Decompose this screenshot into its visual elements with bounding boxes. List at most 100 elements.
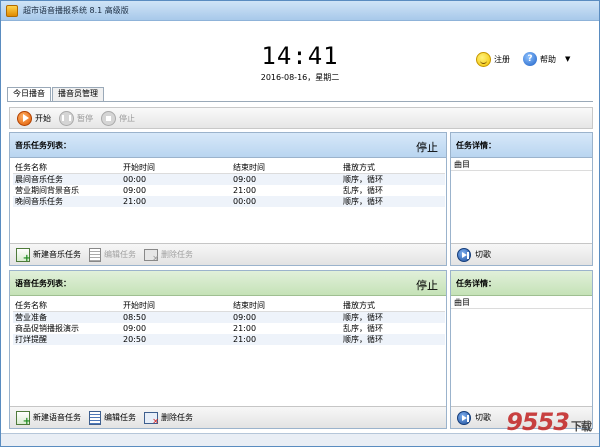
edit-voice-task-button[interactable]: 编辑任务 <box>89 410 136 425</box>
edit-icon <box>89 410 101 425</box>
voice-task-table[interactable]: 任务名称 开始时间 结束时间 播放方式 营业准备 08:50 09:00 顺序，… <box>13 299 445 345</box>
smiley-icon <box>476 52 491 67</box>
music-task-panel: 音乐任务列表： 停止 任务名称 开始时间 结束时间 播放方式 晨间音乐任务 00… <box>9 132 447 266</box>
cell-task-name: 营业期间背景音乐 <box>15 186 79 195</box>
clock-date: 2016-08-16，星期二 <box>260 73 340 82</box>
table-row[interactable]: 营业期间背景音乐 09:00 21:00 乱序，循环 <box>13 185 445 196</box>
voice-status: 停止 <box>416 279 438 292</box>
stop-label: 停止 <box>119 113 135 123</box>
new-music-task-button[interactable]: 新建音乐任务 <box>16 247 81 264</box>
music-detail-header: 任务详情： <box>451 133 592 158</box>
new-music-task-label: 新建音乐任务 <box>33 250 81 259</box>
voice-detail-list[interactable]: 曲目 <box>451 296 592 309</box>
delete-voice-task-button[interactable]: 删除任务 <box>144 411 193 426</box>
edit-icon <box>89 247 101 262</box>
skip-icon <box>457 410 471 425</box>
cell-start-time: 21:00 <box>123 197 147 206</box>
col-play-mode[interactable]: 播放方式 <box>343 161 443 173</box>
skip-song-button[interactable]: 切歌 <box>457 247 491 262</box>
delete-icon <box>144 248 159 263</box>
edit-music-task-label: 编辑任务 <box>104 250 136 259</box>
cell-start-time: 20:50 <box>123 335 147 344</box>
music-detail-footer: 切歌 <box>451 243 592 265</box>
music-detail-title: 任务详情： <box>456 140 496 150</box>
cell-play-mode: 乱序，循环 <box>343 324 383 333</box>
tab-announcer-management[interactable]: 播音员管理 <box>52 87 104 101</box>
tab-today-broadcast[interactable]: 今日播音 <box>7 87 51 102</box>
new-voice-task-button[interactable]: 新建语音任务 <box>16 410 81 427</box>
cell-play-mode: 顺序，循环 <box>343 175 383 184</box>
cell-play-mode: 顺序，循环 <box>343 197 383 206</box>
main-tabs: 今日播音 播音员管理 <box>7 87 105 102</box>
skip-voice-button[interactable]: 切歌 <box>457 410 491 425</box>
col-start-time[interactable]: 开始时间 <box>123 161 233 173</box>
table-header: 任务名称 开始时间 结束时间 播放方式 <box>13 161 445 174</box>
table-row[interactable]: 商品促销播报演示 09:00 21:00 乱序，循环 <box>13 323 445 334</box>
cell-end-time: 21:00 <box>233 324 257 333</box>
cell-start-time: 09:00 <box>123 324 147 333</box>
table-row[interactable]: 打烊提醒 20:50 21:00 顺序，循环 <box>13 334 445 345</box>
music-task-table[interactable]: 任务名称 开始时间 结束时间 播放方式 晨间音乐任务 00:00 09:00 顺… <box>13 161 445 207</box>
help-label: 帮助 <box>540 54 556 64</box>
site-watermark: 9553 下载 <box>506 408 592 436</box>
register-label: 注册 <box>494 55 510 64</box>
table-header: 任务名称 开始时间 结束时间 播放方式 <box>13 299 445 312</box>
start-button[interactable]: 开始 <box>14 109 54 127</box>
chevron-down-icon[interactable]: ▼ <box>565 55 570 63</box>
music-detail-list[interactable]: 曲目 <box>451 158 592 171</box>
stop-button[interactable]: 停止 <box>98 109 138 127</box>
voice-task-panel: 语音任务列表： 停止 任务名称 开始时间 结束时间 播放方式 营业准备 08:5… <box>9 270 447 429</box>
pause-button[interactable]: 暂停 <box>56 109 96 127</box>
voice-detail-header: 任务详情： <box>451 271 592 296</box>
header-area: 14:41 2016-08-16，星期二 注册 ? 帮助 ▼ <box>1 22 599 84</box>
edit-voice-task-label: 编辑任务 <box>104 413 136 422</box>
register-button[interactable]: 注册 <box>476 52 510 67</box>
col-play-mode[interactable]: 播放方式 <box>343 299 443 311</box>
app-window: 超市语音播报系统 8.1 高级版 14:41 2016-08-16，星期二 注册… <box>0 0 600 447</box>
cell-start-time: 00:00 <box>123 175 147 184</box>
col-start-time[interactable]: 开始时间 <box>123 299 233 311</box>
voice-panel-footer: 新建语音任务 编辑任务 删除任务 <box>10 406 446 428</box>
table-row[interactable]: 晚间音乐任务 21:00 00:00 顺序，循环 <box>13 196 445 207</box>
voice-detail-title: 任务详情： <box>456 278 496 288</box>
app-logo-icon <box>6 4 18 17</box>
col-task-name[interactable]: 任务名称 <box>13 299 123 311</box>
delete-music-task-button[interactable]: 删除任务 <box>144 248 193 263</box>
col-task-name[interactable]: 任务名称 <box>13 161 123 173</box>
music-panel-footer: 新建音乐任务 编辑任务 删除任务 <box>10 243 446 265</box>
watermark-brand: 9553 <box>506 408 570 436</box>
title-bar[interactable]: 超市语音播报系统 8.1 高级版 <box>1 1 599 21</box>
cell-play-mode: 顺序，循环 <box>343 313 383 322</box>
playback-toolbar: 开始 暂停 停止 <box>9 107 593 129</box>
delete-music-task-label: 删除任务 <box>161 250 193 259</box>
cell-end-time: 21:00 <box>233 335 257 344</box>
delete-icon <box>144 411 159 426</box>
cell-end-time: 09:00 <box>233 313 257 322</box>
cell-play-mode: 顺序，循环 <box>343 335 383 344</box>
col-track[interactable]: 曲目 <box>451 158 592 171</box>
stop-icon <box>101 110 116 126</box>
col-end-time[interactable]: 结束时间 <box>233 161 343 173</box>
table-row[interactable]: 营业准备 08:50 09:00 顺序，循环 <box>13 312 445 323</box>
voice-panel-title: 语音任务列表： <box>15 278 71 288</box>
start-label: 开始 <box>35 113 51 123</box>
window-title: 超市语音播报系统 8.1 高级版 <box>23 6 129 15</box>
cell-end-time: 21:00 <box>233 186 257 195</box>
edit-music-task-button[interactable]: 编辑任务 <box>89 247 136 262</box>
skip-icon <box>457 247 471 262</box>
table-row[interactable]: 晨间音乐任务 00:00 09:00 顺序，循环 <box>13 174 445 185</box>
cell-task-name: 晚间音乐任务 <box>15 197 63 206</box>
col-end-time[interactable]: 结束时间 <box>233 299 343 311</box>
help-button[interactable]: ? 帮助 ▼ <box>523 52 570 66</box>
cell-end-time: 00:00 <box>233 197 257 206</box>
music-detail-panel: 任务详情： 曲目 切歌 <box>450 132 593 266</box>
pause-icon <box>59 110 74 126</box>
delete-voice-task-label: 删除任务 <box>161 413 193 422</box>
cell-task-name: 商品促销播报演示 <box>15 324 79 333</box>
watermark-suffix: 下载 <box>571 420 592 433</box>
music-panel-title: 音乐任务列表： <box>15 140 71 150</box>
pause-label: 暂停 <box>77 113 93 123</box>
voice-panel-header: 语音任务列表： 停止 <box>10 271 446 296</box>
music-panel-header: 音乐任务列表： 停止 <box>10 133 446 158</box>
col-track[interactable]: 曲目 <box>451 296 592 309</box>
